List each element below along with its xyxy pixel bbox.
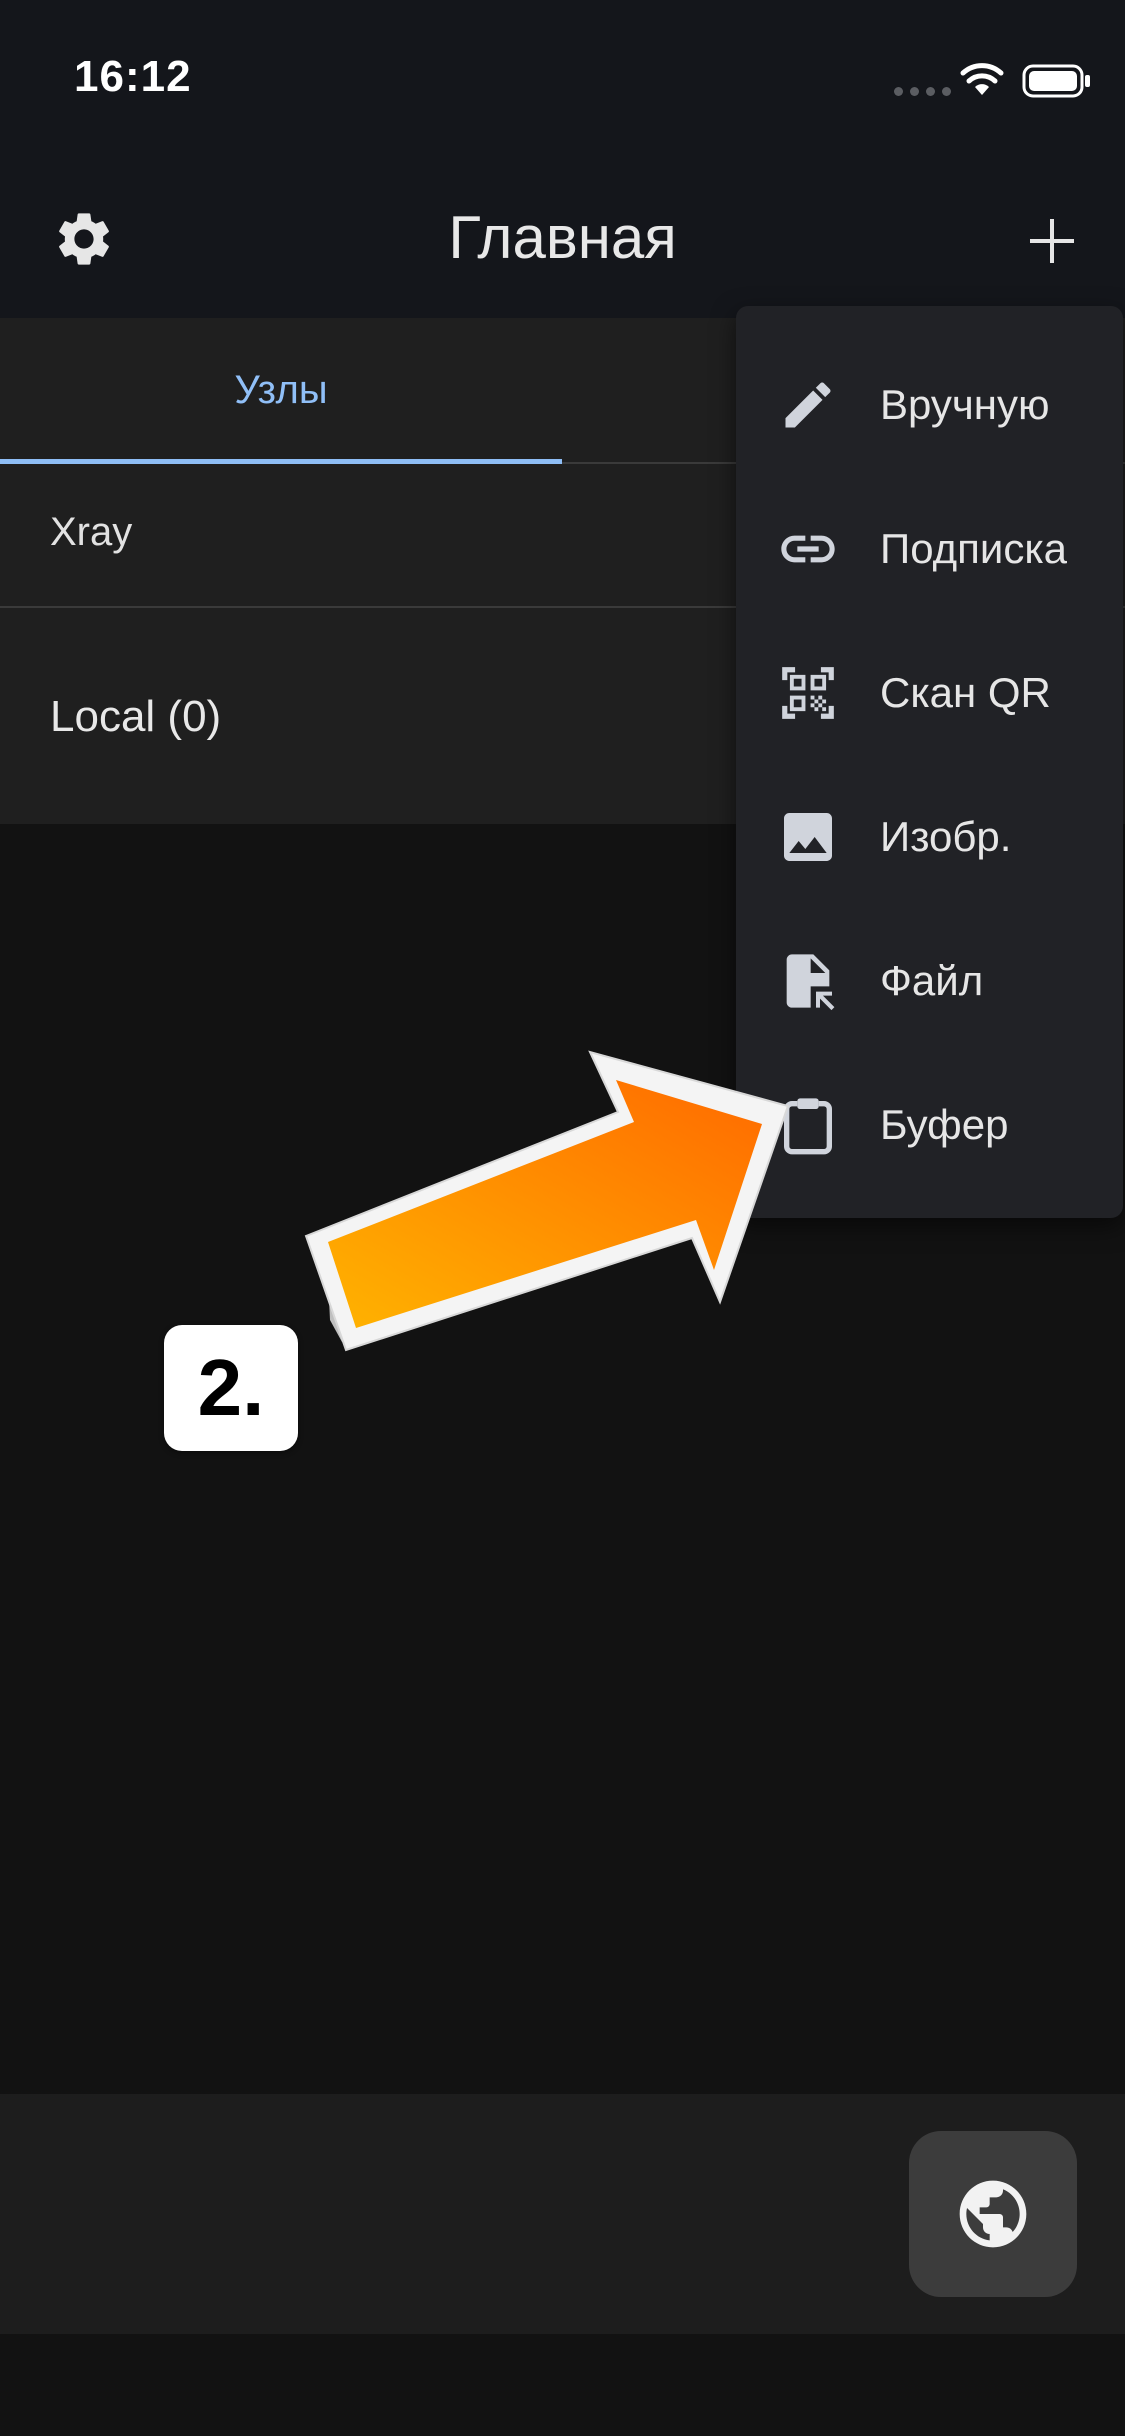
app-screen: 16:12 Главная Узлы Xray Local (0) Вручну… xyxy=(0,0,1125,2436)
qr-scan-icon xyxy=(776,661,840,725)
app-bar: Главная xyxy=(0,165,1125,318)
cellular-signal-icon xyxy=(894,87,951,96)
menu-item-image[interactable]: Изобр. xyxy=(736,765,1123,909)
menu-item-label: Скан QR xyxy=(880,669,1051,716)
tab-nodes[interactable]: Узлы xyxy=(0,318,562,462)
menu-item-scan-qr[interactable]: Скан QR xyxy=(736,621,1123,765)
menu-item-label: Изобр. xyxy=(880,813,1012,860)
plus-icon xyxy=(1030,219,1074,263)
wifi-icon xyxy=(960,63,1004,95)
arrow-annotation-icon xyxy=(304,1050,790,1352)
list-item-label: Local (0) xyxy=(50,692,222,741)
list-item-label: Xray xyxy=(50,510,133,554)
page-title: Главная xyxy=(448,204,677,271)
pencil-icon xyxy=(776,373,840,437)
menu-item-label: Файл xyxy=(880,957,984,1004)
menu-item-subscription[interactable]: Подписка xyxy=(736,477,1123,621)
battery-icon xyxy=(1022,64,1090,98)
file-icon xyxy=(776,949,840,1013)
image-icon xyxy=(776,805,840,869)
step-badge: 2. xyxy=(164,1325,298,1451)
menu-item-label: Подписка xyxy=(880,525,1067,572)
connect-button[interactable] xyxy=(909,2131,1077,2297)
link-icon xyxy=(776,517,840,581)
status-time: 16:12 xyxy=(74,52,192,101)
add-button[interactable] xyxy=(1012,201,1092,281)
status-bar: 16:12 xyxy=(0,0,1125,165)
menu-item-label: Буфер xyxy=(880,1101,1009,1148)
menu-item-label: Вручную xyxy=(880,381,1050,428)
globe-icon xyxy=(959,2180,1027,2248)
menu-item-manual[interactable]: Вручную xyxy=(736,333,1123,477)
